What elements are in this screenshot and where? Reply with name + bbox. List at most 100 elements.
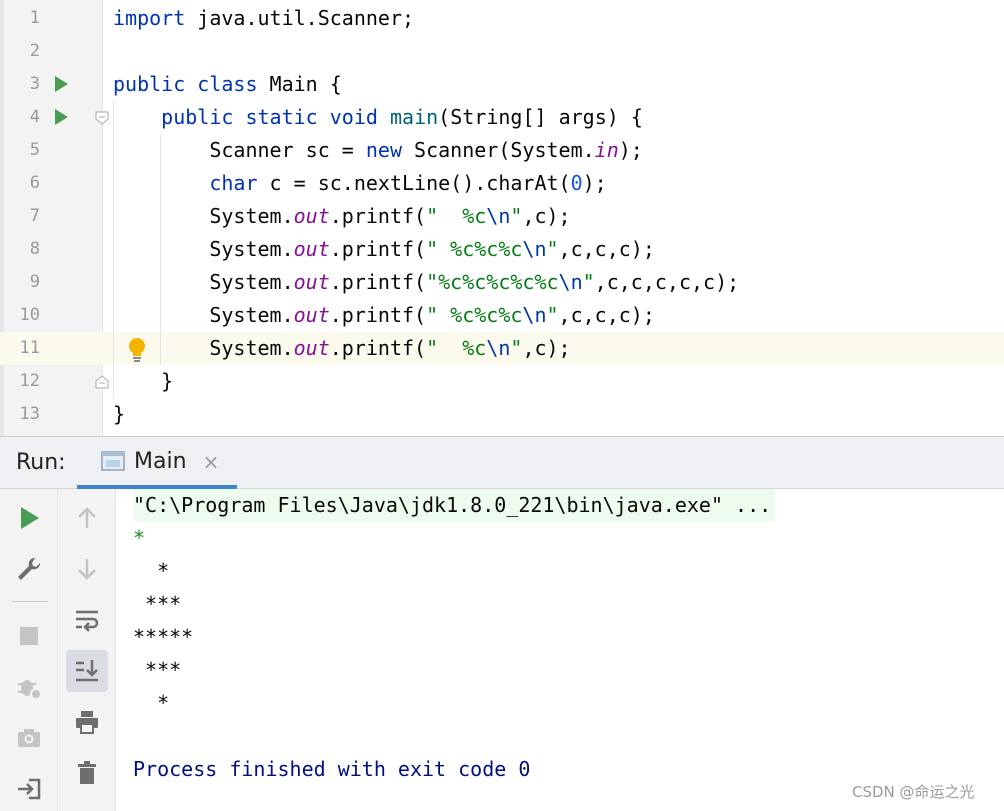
code-text: } — [113, 365, 173, 398]
print-button[interactable] — [66, 701, 108, 743]
line-number: 13 — [19, 404, 40, 424]
code-text: System.out.printf(" %c\n",c); — [113, 200, 570, 233]
down-stack-button[interactable] — [66, 548, 108, 590]
close-tab-icon[interactable]: × — [200, 449, 222, 475]
bug-gear-icon — [18, 680, 42, 700]
code-line[interactable]: 1 import java.util.Scanner; — [0, 2, 1004, 35]
console-output-line: *** — [133, 658, 182, 682]
code-token: ); — [618, 138, 643, 162]
stop-button[interactable] — [8, 615, 50, 657]
line-number: 4 — [29, 107, 40, 127]
console-output-line: * — [133, 559, 170, 583]
run-tab-main[interactable]: Main × — [77, 437, 237, 489]
code-line[interactable]: 10 System.out.printf(" %c%c%c\n",c,c,c); — [0, 299, 1004, 332]
line-number: 7 — [29, 206, 40, 226]
run-gutter-icon[interactable] — [55, 76, 68, 92]
console-output[interactable]: "C:\Program Files\Java\jdk1.8.0_221\bin\… — [116, 489, 1004, 811]
line-number: 11 — [19, 338, 40, 358]
code-token: \n — [486, 204, 511, 228]
code-token: in — [594, 138, 619, 162]
soft-wrap-button[interactable] — [66, 599, 108, 641]
code-line[interactable]: 2 — [0, 35, 1004, 68]
code-line[interactable]: 13} — [0, 398, 1004, 431]
toolbar-divider — [12, 601, 48, 602]
code-token: \n — [522, 303, 547, 327]
console-output-line: * — [133, 691, 170, 715]
line-number: 1 — [29, 8, 40, 28]
console-command-line: "C:\Program Files\Java\jdk1.8.0_221\bin\… — [133, 489, 776, 522]
code-token: Main { — [257, 72, 342, 96]
code-token: " %c%c%c — [426, 237, 523, 261]
code-token: void — [329, 105, 378, 129]
code-token: } — [113, 402, 126, 426]
code-line[interactable]: 9 System.out.printf("%c%c%c%c%c\n",c,c,c… — [0, 266, 1004, 299]
code-text: System.out.printf("%c%c%c%c%c\n",c,c,c,c… — [113, 266, 739, 299]
line-number: 6 — [29, 173, 40, 193]
line-number: 8 — [29, 239, 40, 259]
code-line[interactable]: 4 public static void main(String[] args)… — [0, 101, 1004, 134]
line-number: 3 — [29, 74, 40, 94]
code-line[interactable]: 8 System.out.printf(" %c%c%c\n",c,c,c); — [0, 233, 1004, 266]
code-line[interactable]: 7 System.out.printf(" %c\n",c); — [0, 200, 1004, 233]
rerun-button[interactable] — [8, 497, 50, 539]
code-text: import java.util.Scanner; — [113, 2, 414, 35]
code-token: .printf( — [329, 270, 427, 294]
sign-in-icon — [18, 778, 41, 800]
indent-guide — [113, 101, 114, 398]
console-output-line: *** — [133, 592, 182, 616]
code-token: System. — [113, 237, 294, 261]
code-token: ); — [582, 171, 607, 195]
code-line[interactable]: 5 Scanner sc = new Scanner(System.in); — [0, 134, 1004, 167]
code-token: public — [113, 72, 186, 96]
code-token: " — [546, 237, 559, 261]
code-token: System. — [113, 204, 294, 228]
code-token: public — [161, 105, 234, 129]
code-token: \n — [558, 270, 583, 294]
code-editor[interactable]: 1 import java.util.Scanner; 2 3 public class… — [0, 0, 1004, 436]
printer-icon — [76, 711, 98, 734]
wrench-icon — [18, 557, 41, 580]
screenshot-button[interactable] — [8, 717, 50, 759]
code-token: \n — [522, 237, 547, 261]
code-token: \n — [486, 336, 511, 360]
code-line[interactable]: 3 public class Main { — [0, 68, 1004, 101]
code-token: static — [245, 105, 318, 129]
code-line[interactable]: 12 } — [0, 365, 1004, 398]
scroll-to-end-button[interactable] — [66, 650, 108, 692]
code-line[interactable]: 11 System.out.printf(" %c\n",c); — [0, 332, 1004, 365]
camera-icon — [18, 729, 40, 747]
code-token: } — [113, 369, 174, 393]
fold-marker-icon[interactable] — [95, 111, 109, 125]
arrow-up-icon — [78, 507, 96, 528]
code-token: out — [293, 270, 330, 294]
fold-marker-icon[interactable] — [95, 375, 109, 389]
up-stack-button[interactable] — [66, 497, 108, 539]
code-token: System. — [113, 303, 294, 327]
clear-all-button[interactable] — [66, 752, 108, 794]
code-token: " %c — [426, 204, 487, 228]
code-line[interactable]: 6 char c = sc.nextLine().charAt(0); — [0, 167, 1004, 200]
code-token: System. — [113, 336, 294, 360]
code-text: char c = sc.nextLine().charAt(0); — [113, 167, 607, 200]
code-token: " — [546, 303, 559, 327]
code-token: new — [365, 138, 402, 162]
line-number: 10 — [19, 305, 40, 325]
scroll-to-end-icon — [76, 660, 98, 682]
code-token: " %c%c%c — [426, 303, 523, 327]
code-token: ,c,c,c); — [558, 237, 655, 261]
watermark: CSDN @命运之光 — [852, 783, 975, 801]
code-token: ,c,c,c,c,c); — [594, 270, 740, 294]
run-gutter-icon[interactable] — [55, 109, 68, 125]
code-token: char — [209, 171, 258, 195]
code-token: out — [293, 303, 330, 327]
code-token: Scanner(System. — [402, 138, 595, 162]
debug-button[interactable] — [8, 666, 50, 708]
restore-layout-button[interactable] — [8, 768, 50, 810]
trash-icon — [78, 761, 96, 784]
modify-run-config-button[interactable] — [8, 548, 50, 590]
line-number: 12 — [19, 371, 40, 391]
